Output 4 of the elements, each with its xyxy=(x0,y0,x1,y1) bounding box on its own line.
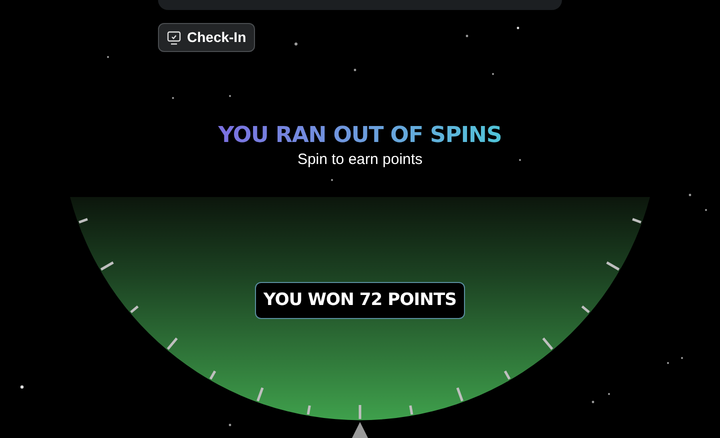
pointer-icon xyxy=(352,422,368,438)
subtitle: Spin to earn points xyxy=(297,150,423,170)
check-in-button[interactable]: Check-In xyxy=(158,23,256,52)
result-banner: YOU WON 72 POINTS xyxy=(255,282,465,319)
